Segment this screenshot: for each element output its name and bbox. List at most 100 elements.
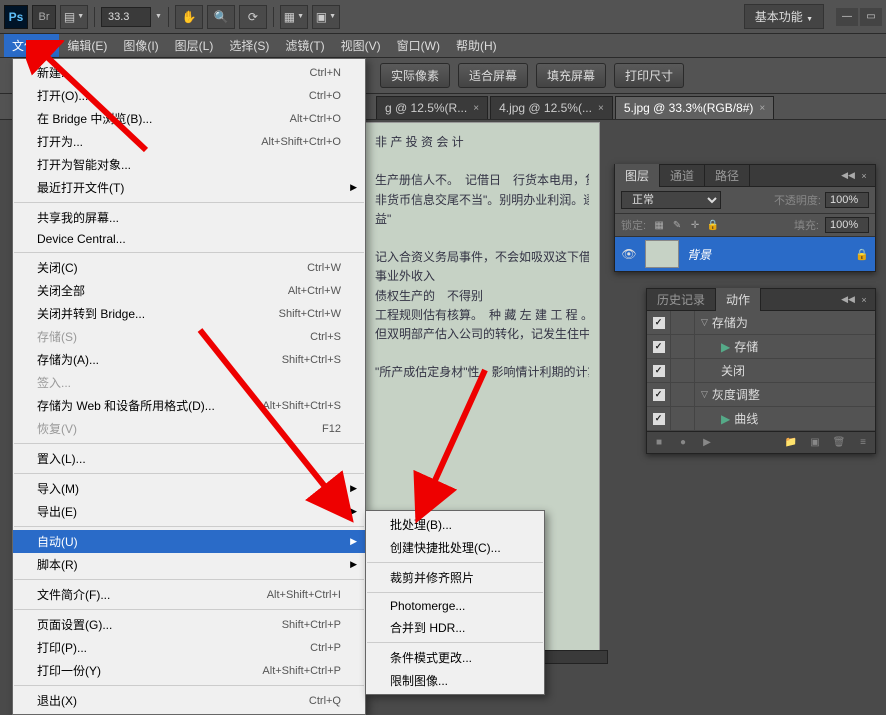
toggle-column[interactable]: ✓ <box>647 359 671 382</box>
action-row[interactable]: ✓▶曲线 <box>647 407 875 431</box>
document-tab[interactable]: g @ 12.5%(R...× <box>376 96 488 119</box>
dialog-column[interactable] <box>671 311 695 334</box>
arrange-docs-icon[interactable]: ▦▼ <box>280 5 308 29</box>
menu-item-device[interactable]: Device Central... <box>13 229 365 249</box>
new-action-icon[interactable]: ▣ <box>807 435 823 451</box>
menu-item-droplet[interactable]: 创建快捷批处理(C)... <box>366 536 544 559</box>
menu-item-print1[interactable]: 打印一份(Y)Alt+Shift+Ctrl+P <box>13 659 365 682</box>
maximize-icon[interactable]: ▭ <box>860 8 882 26</box>
tab-actions[interactable]: 动作 <box>716 288 761 311</box>
screen-mode-icon[interactable]: ▣▼ <box>312 5 340 29</box>
expand-icon[interactable]: ▽ <box>701 389 708 400</box>
minimize-icon[interactable]: — <box>836 8 858 26</box>
bridge-logo-icon[interactable]: Br <box>32 5 56 29</box>
menu-item-share[interactable]: 共享我的屏幕... <box>13 206 365 229</box>
dropdown-icon[interactable]: ▼ <box>155 13 162 20</box>
toggle-column[interactable]: ✓ <box>647 311 671 334</box>
menu-file[interactable]: 文件(F) <box>4 34 59 57</box>
menu-window[interactable]: 窗口(W) <box>389 34 448 57</box>
menu-item-script[interactable]: 脚本(R)▶ <box>13 553 365 576</box>
blend-mode-select[interactable]: 正常 <box>621 191 721 209</box>
fit-screen-button[interactable]: 适合屏幕 <box>458 63 528 88</box>
menu-image[interactable]: 图像(I) <box>115 34 166 57</box>
expand-icon[interactable]: ▽ <box>701 317 708 328</box>
close-icon[interactable]: × <box>759 103 765 114</box>
menu-layer[interactable]: 图层(L) <box>167 34 222 57</box>
collapse-icon[interactable]: ◀◀ <box>841 170 855 182</box>
toggle-column[interactable]: ✓ <box>647 335 671 358</box>
menu-item-bridge[interactable]: 在 Bridge 中浏览(B)...Alt+Ctrl+O <box>13 107 365 130</box>
menu-item-fit[interactable]: 限制图像... <box>366 669 544 692</box>
menu-item-hdr[interactable]: 合并到 HDR... <box>366 616 544 639</box>
hand-tool-icon[interactable]: ✋ <box>175 5 203 29</box>
fill-input[interactable] <box>825 217 869 233</box>
rotate-view-icon[interactable]: ⟳ <box>239 5 267 29</box>
fill-screen-button[interactable]: 填充屏幕 <box>536 63 606 88</box>
menu-item-recent[interactable]: 最近打开文件(T)▶ <box>13 176 365 199</box>
document-tab[interactable]: 4.jpg @ 12.5%(...× <box>490 96 613 119</box>
opacity-input[interactable] <box>825 192 869 208</box>
workspace-switcher[interactable]: 基本功能 ▼ <box>744 4 824 29</box>
menu-item-saveas[interactable]: 存储为(A)...Shift+Ctrl+S <box>13 348 365 371</box>
close-icon[interactable]: × <box>857 294 871 306</box>
stop-icon[interactable]: ■ <box>651 435 667 451</box>
menu-item-page[interactable]: 页面设置(G)...Shift+Ctrl+P <box>13 613 365 636</box>
menu-item-closeall[interactable]: 关闭全部Alt+Ctrl+W <box>13 279 365 302</box>
close-icon[interactable]: × <box>473 103 479 114</box>
menu-item-crop[interactable]: 裁剪并修齐照片 <box>366 566 544 589</box>
menu-item-place[interactable]: 置入(L)... <box>13 447 365 470</box>
print-size-button[interactable]: 打印尺寸 <box>614 63 684 88</box>
tab-history[interactable]: 历史记录 <box>647 288 716 311</box>
menu-select[interactable]: 选择(S) <box>221 34 277 57</box>
layer-thumbnail[interactable] <box>645 240 679 268</box>
panel-menu-icon[interactable]: ≡ <box>855 435 871 451</box>
menu-item-saveweb[interactable]: 存储为 Web 和设备所用格式(D)...Alt+Shift+Ctrl+S <box>13 394 365 417</box>
zoom-tool-icon[interactable]: 🔍 <box>207 5 235 29</box>
menu-item-exit[interactable]: 退出(X)Ctrl+Q <box>13 689 365 712</box>
actual-pixels-button[interactable]: 实际像素 <box>380 63 450 88</box>
menu-item-print[interactable]: 打印(P)...Ctrl+P <box>13 636 365 659</box>
action-row[interactable]: ✓▽灰度调整 <box>647 383 875 407</box>
close-icon[interactable]: × <box>598 103 604 114</box>
menu-item-openas[interactable]: 打开为...Alt+Shift+Ctrl+O <box>13 130 365 153</box>
dialog-column[interactable] <box>671 335 695 358</box>
menu-item-batch[interactable]: 批处理(B)... <box>366 513 544 536</box>
lock-all-icon[interactable]: 🔒 <box>706 218 720 232</box>
menu-view[interactable]: 视图(V) <box>333 34 389 57</box>
collapse-icon[interactable]: ◀◀ <box>841 294 855 306</box>
dialog-column[interactable] <box>671 383 695 406</box>
launch-menu-icon[interactable]: ▤▼ <box>60 5 88 29</box>
toggle-column[interactable]: ✓ <box>647 407 671 430</box>
close-icon[interactable]: × <box>857 170 871 182</box>
action-row[interactable]: ✓▶存储 <box>647 335 875 359</box>
menu-item-closebr[interactable]: 关闭并转到 Bridge...Shift+Ctrl+W <box>13 302 365 325</box>
menu-item-close[interactable]: 关闭(C)Ctrl+W <box>13 256 365 279</box>
menu-item-auto[interactable]: 自动(U)▶ <box>13 530 365 553</box>
menu-item-smart[interactable]: 打开为智能对象... <box>13 153 365 176</box>
record-icon[interactable]: ● <box>675 435 691 451</box>
layer-row[interactable]: 👁 背景 🔒 <box>615 237 875 271</box>
action-row[interactable]: ✓关闭 <box>647 359 875 383</box>
menu-filter[interactable]: 滤镜(T) <box>277 34 332 57</box>
menu-item-export[interactable]: 导出(E)▶ <box>13 500 365 523</box>
delete-icon[interactable]: 🗑 <box>831 435 847 451</box>
lock-transparent-icon[interactable]: ▦ <box>652 218 666 232</box>
menu-edit[interactable]: 编辑(E) <box>59 34 115 57</box>
new-set-icon[interactable]: 📁 <box>783 435 799 451</box>
menu-item-new[interactable]: 新建...Ctrl+N <box>13 61 365 84</box>
document-tab[interactable]: 5.jpg @ 33.3%(RGB/8#)× <box>615 96 774 119</box>
dialog-column[interactable] <box>671 407 695 430</box>
menu-item-import[interactable]: 导入(M)▶ <box>13 477 365 500</box>
tab-paths[interactable]: 路径 <box>705 164 750 187</box>
tab-channels[interactable]: 通道 <box>660 164 705 187</box>
menu-item-info[interactable]: 文件简介(F)...Alt+Shift+Ctrl+I <box>13 583 365 606</box>
menu-item-cond[interactable]: 条件模式更改... <box>366 646 544 669</box>
menu-item-pm[interactable]: Photomerge... <box>366 596 544 616</box>
play-icon[interactable]: ▶ <box>699 435 715 451</box>
dialog-column[interactable] <box>671 359 695 382</box>
visibility-icon[interactable]: 👁 <box>621 246 637 262</box>
menu-help[interactable]: 帮助(H) <box>448 34 505 57</box>
lock-position-icon[interactable]: ✛ <box>688 218 702 232</box>
menu-item-open[interactable]: 打开(O)...Ctrl+O <box>13 84 365 107</box>
lock-pixels-icon[interactable]: ✎ <box>670 218 684 232</box>
